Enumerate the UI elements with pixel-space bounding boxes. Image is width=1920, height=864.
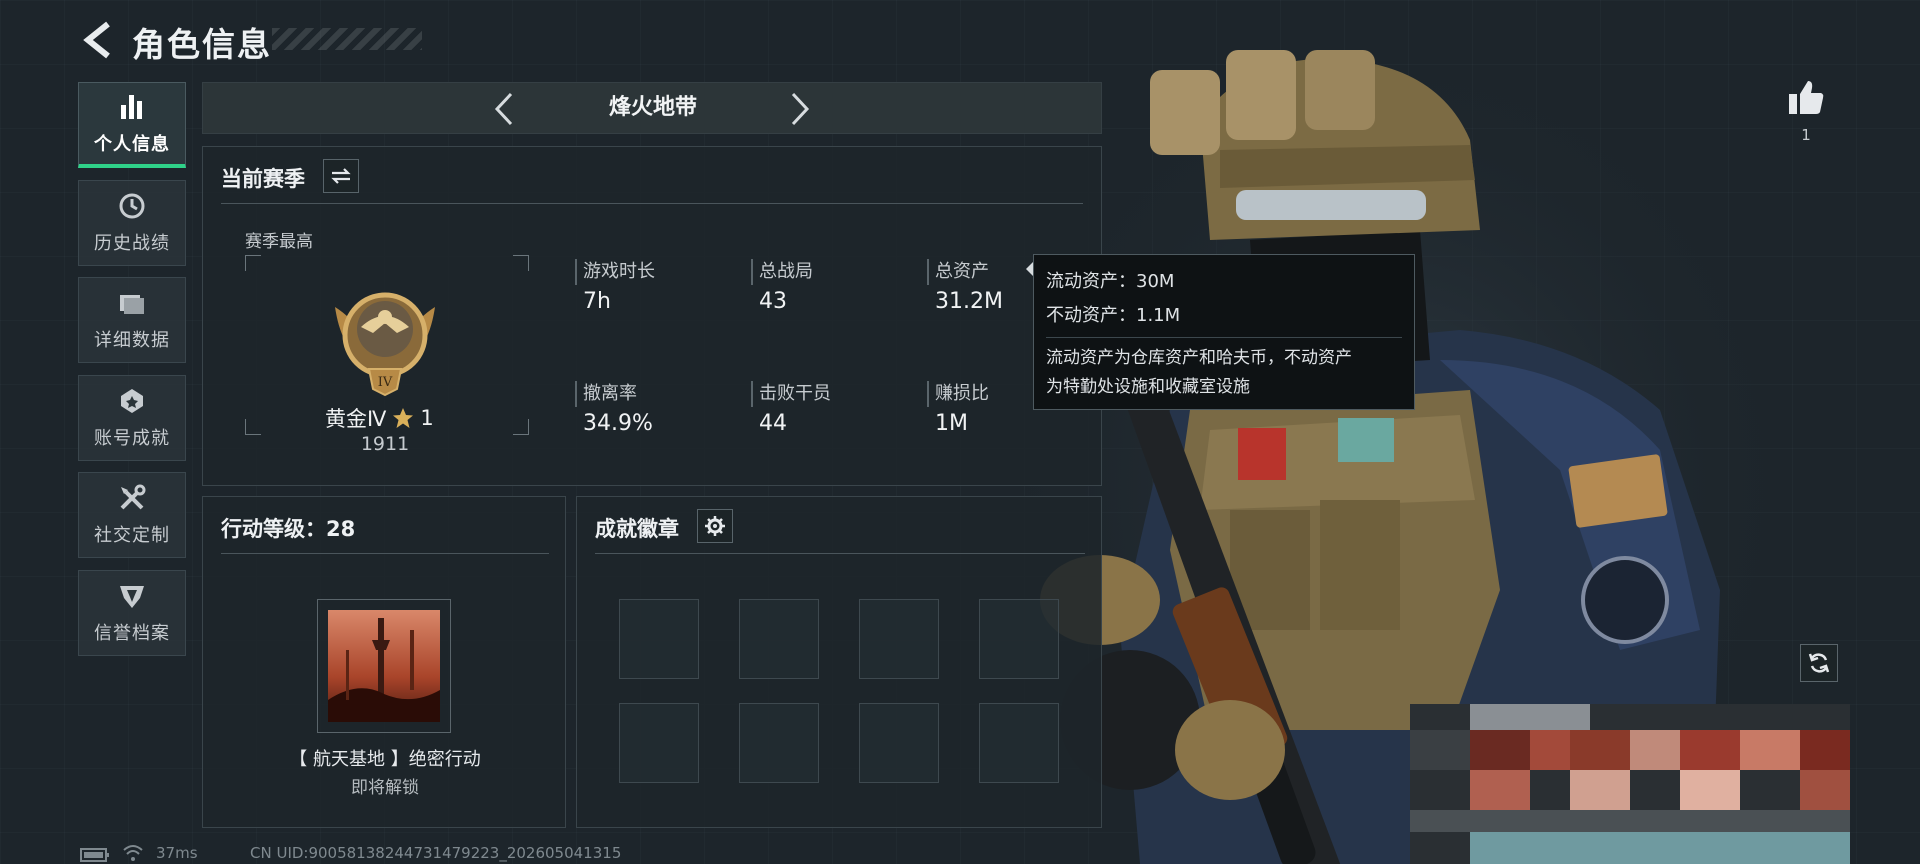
badge-settings-button[interactable] [697, 509, 733, 543]
ping-text: 37ms [156, 844, 198, 862]
rank-name: 黄金Ⅳ [325, 407, 387, 431]
uid-text: CN UID:9005813824473147​9223_20260504131… [250, 844, 622, 862]
stat-label-total-assets: 总资产 [935, 261, 989, 282]
stat-label-profit-ratio: 赚损比 [935, 383, 989, 404]
stat-divider [927, 381, 929, 407]
page-title: 角色信息 [132, 25, 272, 64]
tooltip-divider [1046, 337, 1402, 338]
thumbs-up-icon[interactable] [1786, 78, 1826, 118]
tooltip-description-line2: 为特勤处设施和收藏室设施 [1046, 377, 1250, 397]
achievement-badges-panel: 成就徽章 [576, 496, 1102, 828]
panel-divider [221, 203, 1083, 204]
mission-name: 【 航天基地 】绝密行动 [289, 749, 481, 770]
tooltip-description-line1: 流动资产为仓库资产和哈夫币，不动资产 [1046, 348, 1352, 368]
assets-tooltip: 流动资产：30M 不动资产：1.1M 流动资产为仓库资产和哈夫币，不动资产 为特… [1033, 254, 1415, 410]
mission-card[interactable] [317, 599, 451, 733]
sidebar-item-social[interactable]: 社交定制 [78, 472, 186, 558]
switch-season-button[interactable] [323, 159, 359, 193]
history-clock-icon [117, 191, 147, 221]
rank-emblem-gold: IV [335, 292, 435, 397]
sidebar-item-history[interactable]: 历史战绩 [78, 180, 186, 266]
achievement-icon [117, 386, 147, 416]
stat-value-profit-ratio: 1M [935, 411, 968, 436]
stat-value-operators-defeated: 44 [759, 411, 787, 436]
stat-divider [927, 259, 929, 285]
achievement-panel-title: 成就徽章 [595, 517, 679, 541]
season-best-label: 赛季最高 [245, 232, 313, 252]
stat-label-total-matches: 总战局 [759, 261, 813, 282]
sidebar-item-label: 个人信息 [94, 133, 170, 155]
stat-divider [751, 259, 753, 285]
stat-value-play-time: 7h [583, 289, 611, 314]
star-icon [393, 408, 414, 428]
panel-divider [595, 553, 1085, 554]
tooltip-liquid-assets: 流动资产：30M [1046, 271, 1175, 292]
mission-status: 即将解锁 [351, 778, 419, 798]
sidebar-item-details[interactable]: 详细数据 [78, 277, 186, 363]
refresh-icon [1808, 653, 1830, 673]
stat-divider [575, 381, 577, 407]
mode-title: 烽火地带 [608, 95, 697, 120]
mode-selector: 烽火地带 [202, 82, 1102, 134]
back-arrow-icon[interactable] [80, 20, 114, 60]
bar-chart-icon [117, 92, 147, 122]
chevron-right-icon[interactable] [785, 91, 815, 127]
sidebar-item-reputation[interactable]: 信誉档案 [78, 570, 186, 656]
stat-divider [575, 259, 577, 285]
rank-score: 1911 [360, 433, 410, 455]
stat-value-total-assets: 31.2M [935, 289, 1003, 314]
tooltip-fixed-assets: 不动资产：1.1M [1046, 305, 1181, 326]
stat-label-extraction-rate: 撤离率 [583, 383, 637, 404]
stat-value-total-matches: 43 [759, 289, 787, 314]
sidebar-item-label: 详细数据 [94, 330, 170, 351]
badge-slot[interactable] [739, 703, 819, 783]
rank-stars: 1 [420, 406, 434, 430]
sidebar-item-personal-info[interactable]: 个人信息 [78, 82, 186, 168]
badge-slot[interactable] [859, 703, 939, 783]
rotate-character-button[interactable] [1800, 644, 1838, 682]
gear-icon [705, 516, 725, 536]
badge-slot[interactable] [739, 599, 819, 679]
tools-icon [117, 483, 147, 513]
stat-label-play-time: 游戏时长 [583, 261, 655, 282]
rank-numeral: IV [378, 375, 393, 390]
chevron-left-icon[interactable] [489, 91, 519, 127]
badge-slot[interactable] [979, 703, 1059, 783]
sidebar-item-label: 历史战绩 [94, 233, 170, 254]
reputation-icon [117, 581, 147, 611]
stat-value-extraction-rate: 34.9% [583, 411, 653, 436]
season-panel-title: 当前赛季 [221, 167, 305, 191]
title-decoration [272, 28, 422, 50]
pixelated-overlay [1410, 704, 1850, 864]
rank-name-row: 黄金Ⅳ 1 [325, 403, 434, 433]
sidebar-item-label: 账号成就 [94, 428, 170, 449]
action-level-panel: 行动等级：28 【 航天基地 】绝密行动 即将解锁 [202, 496, 566, 828]
sidebar-item-label: 社交定制 [94, 525, 170, 546]
panel-divider [221, 553, 549, 554]
stat-label-operators-defeated: 击败干员 [759, 383, 831, 404]
folder-icon [117, 288, 147, 318]
badge-slot[interactable] [859, 599, 939, 679]
mission-image [328, 610, 440, 722]
sidebar-item-achievements[interactable]: 账号成就 [78, 375, 186, 461]
sidebar-item-label: 信誉档案 [94, 623, 170, 644]
action-level-title: 行动等级：28 [221, 517, 356, 541]
like-count: 1 [1801, 126, 1811, 144]
badge-slot[interactable] [619, 703, 699, 783]
wifi-icon [123, 845, 143, 861]
stat-divider [751, 381, 753, 407]
swap-icon [331, 168, 351, 184]
season-panel: 当前赛季 赛季最高 IV 黄金Ⅳ 1 1911 游戏时长 7h 总战局 43 总… [202, 146, 1102, 486]
badge-slot[interactable] [619, 599, 699, 679]
badge-slot[interactable] [979, 599, 1059, 679]
battery-icon [80, 848, 109, 862]
